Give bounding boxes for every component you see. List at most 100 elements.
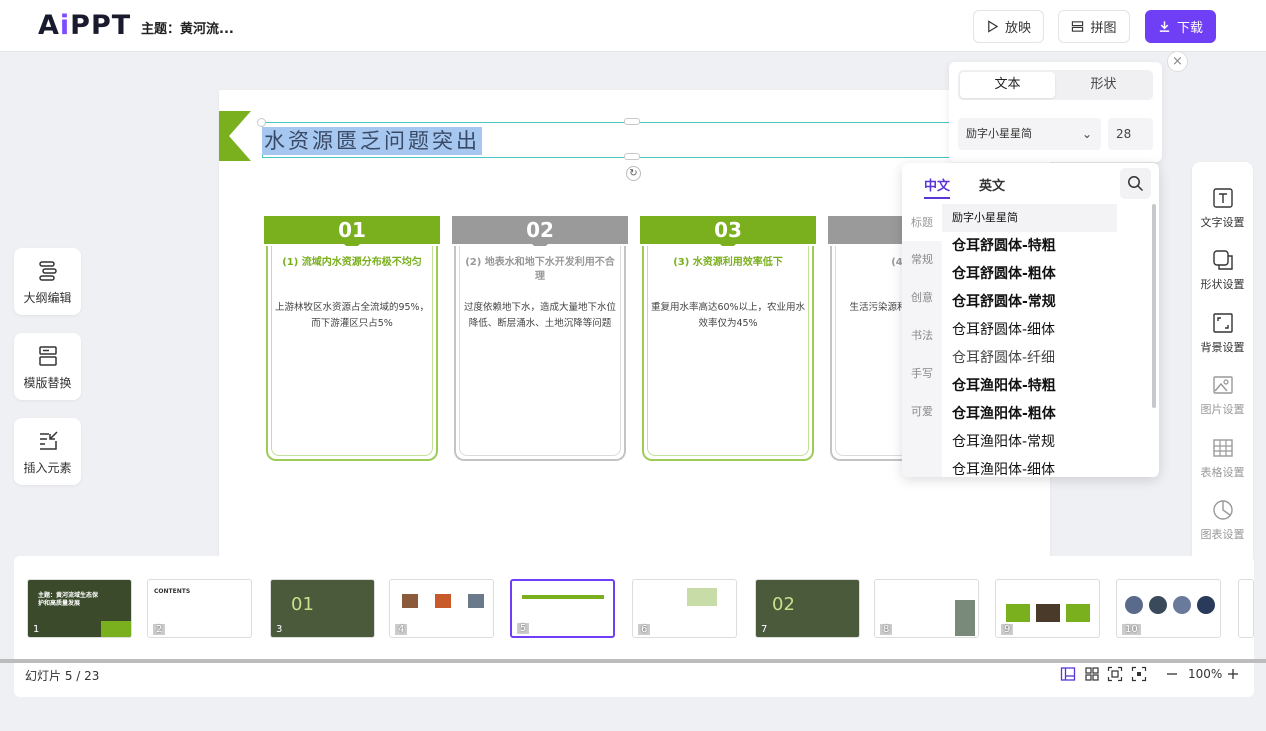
card-3[interactable]: 03 (3) 水资源利用效率低下 重复用水率高达60%以上，农业用水效率仅为45…: [640, 216, 816, 461]
card-1[interactable]: 01 (1) 流域内水资源分布极不均匀 上游林牧区水资源占全流域的95%，而下游…: [264, 216, 440, 461]
text-settings-button[interactable]: 文字设置: [1192, 187, 1253, 230]
thumb-number: 4: [395, 624, 408, 635]
thumbnail-slide-1[interactable]: 主题：黄河流域生态保护和高质量发展 1: [27, 579, 132, 638]
slide-counter: 幻灯片 5 / 23: [25, 669, 100, 683]
font-category[interactable]: 常规: [902, 241, 942, 279]
thumb-block: [1066, 604, 1090, 622]
font-option[interactable]: 仓耳渔阳体-粗体: [942, 400, 1117, 428]
thumb-image: [1197, 596, 1215, 614]
rotate-handle-icon[interactable]: ↻: [626, 166, 641, 181]
thumbnail-slide-7[interactable]: 02 7: [755, 579, 860, 638]
background-settings-label: 背景设置: [1200, 341, 1245, 354]
settings-sidebar: 文字设置 形状设置 背景设置 图片设置 表格设置 图表设置: [1192, 162, 1253, 572]
font-dropdown: 中文 英文 标题 常规 创意 书法 手写 可爱 励字小星星简 仓耳舒圆体-特粗 …: [902, 163, 1159, 477]
thumbnail-slide-4[interactable]: 4: [389, 579, 494, 638]
insert-element-label: 插入元素: [23, 461, 72, 475]
card-text: 重复用水率高达60%以上，农业用水效率仅为45%: [650, 302, 806, 329]
thumb-number: 6: [638, 624, 651, 635]
thumb-number: 5: [517, 623, 530, 634]
table-settings-button[interactable]: 表格设置: [1192, 437, 1253, 480]
slide-title[interactable]: 水资源匮乏问题突出: [262, 127, 482, 155]
thumb-number: 2: [153, 624, 166, 635]
thumbnail-slide-5[interactable]: 5: [510, 579, 615, 638]
font-category[interactable]: 创意: [902, 279, 942, 317]
font-size-input[interactable]: 28: [1108, 118, 1153, 150]
thumb-section-num: 01: [291, 594, 314, 615]
shape-settings-button[interactable]: 形状设置: [1192, 249, 1253, 292]
thumbnail-strip: 主题：黄河流域生态保护和高质量发展 1 CONTENTS 2 01 3 4 5 …: [14, 556, 1254, 697]
thumbnail-slide-9[interactable]: 9: [995, 579, 1100, 638]
card-number: 03: [640, 216, 816, 244]
thumbnail-slide-3[interactable]: 01 3: [270, 579, 375, 638]
font-option[interactable]: 仓耳舒圆体-纤细: [942, 344, 1117, 372]
close-icon[interactable]: ×: [1167, 51, 1188, 72]
fullscreen-icon[interactable]: [1131, 666, 1147, 682]
resize-handle-top[interactable]: [624, 118, 640, 125]
merge-button[interactable]: 拼图: [1058, 10, 1130, 43]
thumb-section-num: 02: [772, 594, 795, 615]
card-2[interactable]: 02 (2) 地表水和地下水开发利用不合理 过度依赖地下水，造成大量地下水位降低…: [452, 216, 628, 461]
tab-chinese-fonts[interactable]: 中文: [924, 175, 951, 199]
tab-text[interactable]: 文本: [960, 72, 1055, 98]
resize-handle-bottom[interactable]: [624, 153, 640, 160]
thumb-number: 9: [1001, 624, 1014, 635]
pie-chart-icon: [1212, 500, 1233, 520]
background-icon: [1212, 313, 1233, 333]
tab-shape[interactable]: 形状: [1056, 72, 1151, 98]
thumbnail-slide-6[interactable]: 6: [632, 579, 737, 638]
resize-handle-corner[interactable]: [257, 118, 266, 127]
font-family-value: 励字小星星简: [966, 127, 1032, 140]
download-button[interactable]: 下载: [1145, 10, 1216, 43]
normal-view-icon[interactable]: [1060, 666, 1076, 682]
thumbnail-slide-2[interactable]: CONTENTS 2: [147, 579, 252, 638]
card-heading: (3) 水资源利用效率低下: [673, 257, 783, 268]
thumbnail-slide-11-partial[interactable]: [1238, 579, 1254, 638]
card-text: 过度依赖地下水，造成大量地下水位降低、断层涌水、土地沉降等问题: [463, 302, 616, 329]
play-button[interactable]: 放映: [973, 10, 1044, 43]
tab-english-fonts[interactable]: 英文: [979, 175, 1005, 194]
doc-title: 主题：黄河流...: [141, 22, 234, 37]
font-list-scrollbar[interactable]: [1152, 204, 1156, 408]
font-family-select[interactable]: 励字小星星简 ⌄: [958, 118, 1101, 150]
font-option[interactable]: 仓耳渔阳体-常规: [942, 428, 1117, 456]
font-category[interactable]: 手写: [902, 355, 942, 393]
card-heading: (2) 地表水和地下水开发利用不合理: [465, 257, 615, 282]
image-settings-button[interactable]: 图片设置: [1192, 374, 1253, 417]
card-number: 01: [264, 216, 440, 244]
search-icon: [1128, 176, 1144, 192]
thumb-image: [1173, 596, 1191, 614]
thumbnail-slide-8[interactable]: 8: [874, 579, 979, 638]
thumb-image: [402, 594, 418, 608]
thumb-number: 3: [276, 624, 283, 635]
font-option[interactable]: 励字小星星简: [942, 204, 1117, 232]
font-option[interactable]: 仓耳舒圆体-常规: [942, 288, 1117, 316]
font-option[interactable]: 仓耳舒圆体-粗体: [942, 260, 1117, 288]
template-replace-button[interactable]: 模版替换: [14, 333, 81, 400]
zoom-in-icon[interactable]: [1225, 666, 1241, 682]
font-category[interactable]: 标题: [902, 204, 942, 241]
font-option[interactable]: 仓耳舒圆体-细体: [942, 316, 1117, 344]
thumbnail-slide-10[interactable]: 10: [1116, 579, 1221, 638]
play-icon: [988, 20, 999, 33]
chart-settings-button[interactable]: 图表设置: [1192, 499, 1253, 542]
font-category[interactable]: 书法: [902, 317, 942, 355]
panel-tabs: 文本 形状: [958, 70, 1153, 100]
grid-view-icon[interactable]: [1084, 666, 1100, 682]
font-category[interactable]: 可爱: [902, 393, 942, 431]
zoom-out-icon[interactable]: [1164, 666, 1180, 682]
text-icon: [1212, 188, 1233, 208]
font-option[interactable]: 仓耳渔阳体-细体: [942, 456, 1117, 477]
app-logo[interactable]: AiPPT: [38, 11, 131, 41]
fit-screen-icon[interactable]: [1107, 666, 1123, 682]
outline-edit-button[interactable]: 大纲编辑: [14, 248, 81, 315]
chevron-down-icon: ⌄: [1081, 127, 1092, 141]
font-option[interactable]: 仓耳舒圆体-特粗: [942, 232, 1117, 260]
thumb-number: 7: [761, 624, 768, 635]
card-heading: (1) 流域内水资源分布极不均匀: [282, 257, 422, 268]
font-option[interactable]: 仓耳渔阳体-特粗: [942, 372, 1117, 400]
background-settings-button[interactable]: 背景设置: [1192, 312, 1253, 355]
font-search-button[interactable]: [1120, 168, 1151, 199]
thumb-number: 8: [880, 624, 893, 635]
insert-element-button[interactable]: 插入元素: [14, 418, 81, 485]
horizontal-scrollbar[interactable]: [0, 659, 1266, 663]
